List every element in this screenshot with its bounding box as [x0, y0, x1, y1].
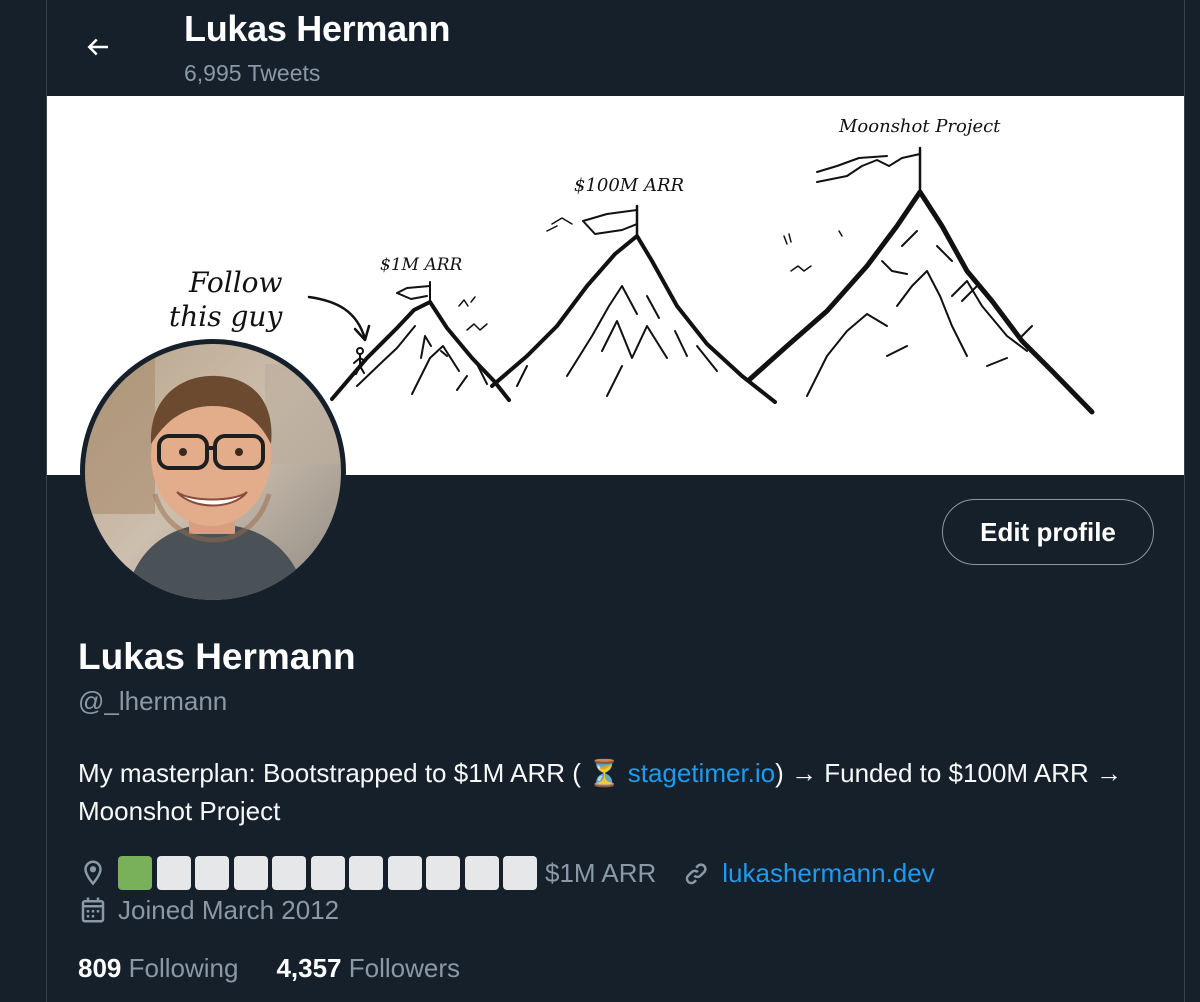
avatar-photo: [85, 344, 341, 600]
followers-link[interactable]: 4,357 Followers: [276, 953, 460, 984]
progress-square-empty: [503, 856, 537, 890]
bio-text-start: My masterplan: Bootstrapped to $1M ARR (: [78, 758, 589, 788]
tweet-count: 6,995 Tweets: [184, 60, 321, 86]
profile-header: Lukas Hermann 6,995 Tweets: [47, 0, 1184, 96]
banner-peak1-label: $1M ARR: [380, 255, 463, 275]
following-label: Following: [128, 952, 239, 983]
profile-display-name: Lukas Hermann: [78, 636, 356, 677]
banner-follow-text-2: this guy: [169, 300, 283, 333]
arr-progress-bar: [118, 856, 537, 890]
banner-peak3-label: Moonshot Project: [838, 116, 1001, 137]
followers-count: 4,357: [276, 952, 342, 983]
website-link[interactable]: lukashermann.dev: [722, 858, 934, 889]
profile-bio: My masterplan: Bootstrapped to $1M ARR (…: [78, 754, 1148, 830]
mountain-mid: [490, 234, 777, 404]
location-pin-icon: [78, 858, 108, 888]
profile-page: Lukas Hermann 6,995 Tweets Follow this g…: [0, 0, 1200, 1002]
hourglass-icon: ⏳: [588, 758, 621, 788]
progress-square-empty: [464, 856, 499, 890]
progress-square-empty: [156, 856, 191, 890]
progress-square-empty: [387, 856, 422, 890]
following-count: 809: [78, 952, 122, 983]
followers-label: Followers: [348, 952, 461, 983]
progress-square-empty: [272, 856, 306, 890]
header-title: Lukas Hermann: [184, 8, 451, 49]
profile-handle: @_lhermann: [78, 686, 228, 716]
mountain-large: [746, 189, 1095, 415]
calendar-icon: [78, 895, 108, 925]
progress-square-empty: [310, 856, 345, 890]
progress-square-empty: [195, 856, 229, 890]
progress-square-empty: [426, 856, 460, 890]
progress-square-filled: [118, 856, 152, 890]
location-text: $1M ARR: [545, 857, 657, 888]
bio-link-stagetimer[interactable]: stagetimer.io: [628, 758, 775, 788]
progress-square-empty: [233, 856, 268, 890]
edit-profile-button[interactable]: Edit profile: [942, 499, 1154, 565]
follow-stats: 809 Following 4,357 Followers: [78, 950, 498, 986]
banner-follow-text-1: Follow: [188, 266, 283, 299]
link-icon: [682, 858, 712, 888]
column-border-right: [1184, 0, 1185, 1002]
following-link[interactable]: 809 Following: [78, 953, 238, 984]
back-button[interactable]: [73, 22, 123, 72]
banner-peak2-label: $100M ARR: [574, 175, 684, 196]
joined-text: Joined March 2012: [118, 894, 340, 925]
joined-row: Joined March 2012: [78, 892, 339, 928]
progress-square-empty: [349, 856, 383, 890]
back-arrow-icon: [87, 38, 108, 56]
avatar[interactable]: [80, 339, 346, 605]
profile-meta-row: $1M ARR lukashermann.dev: [78, 855, 935, 891]
